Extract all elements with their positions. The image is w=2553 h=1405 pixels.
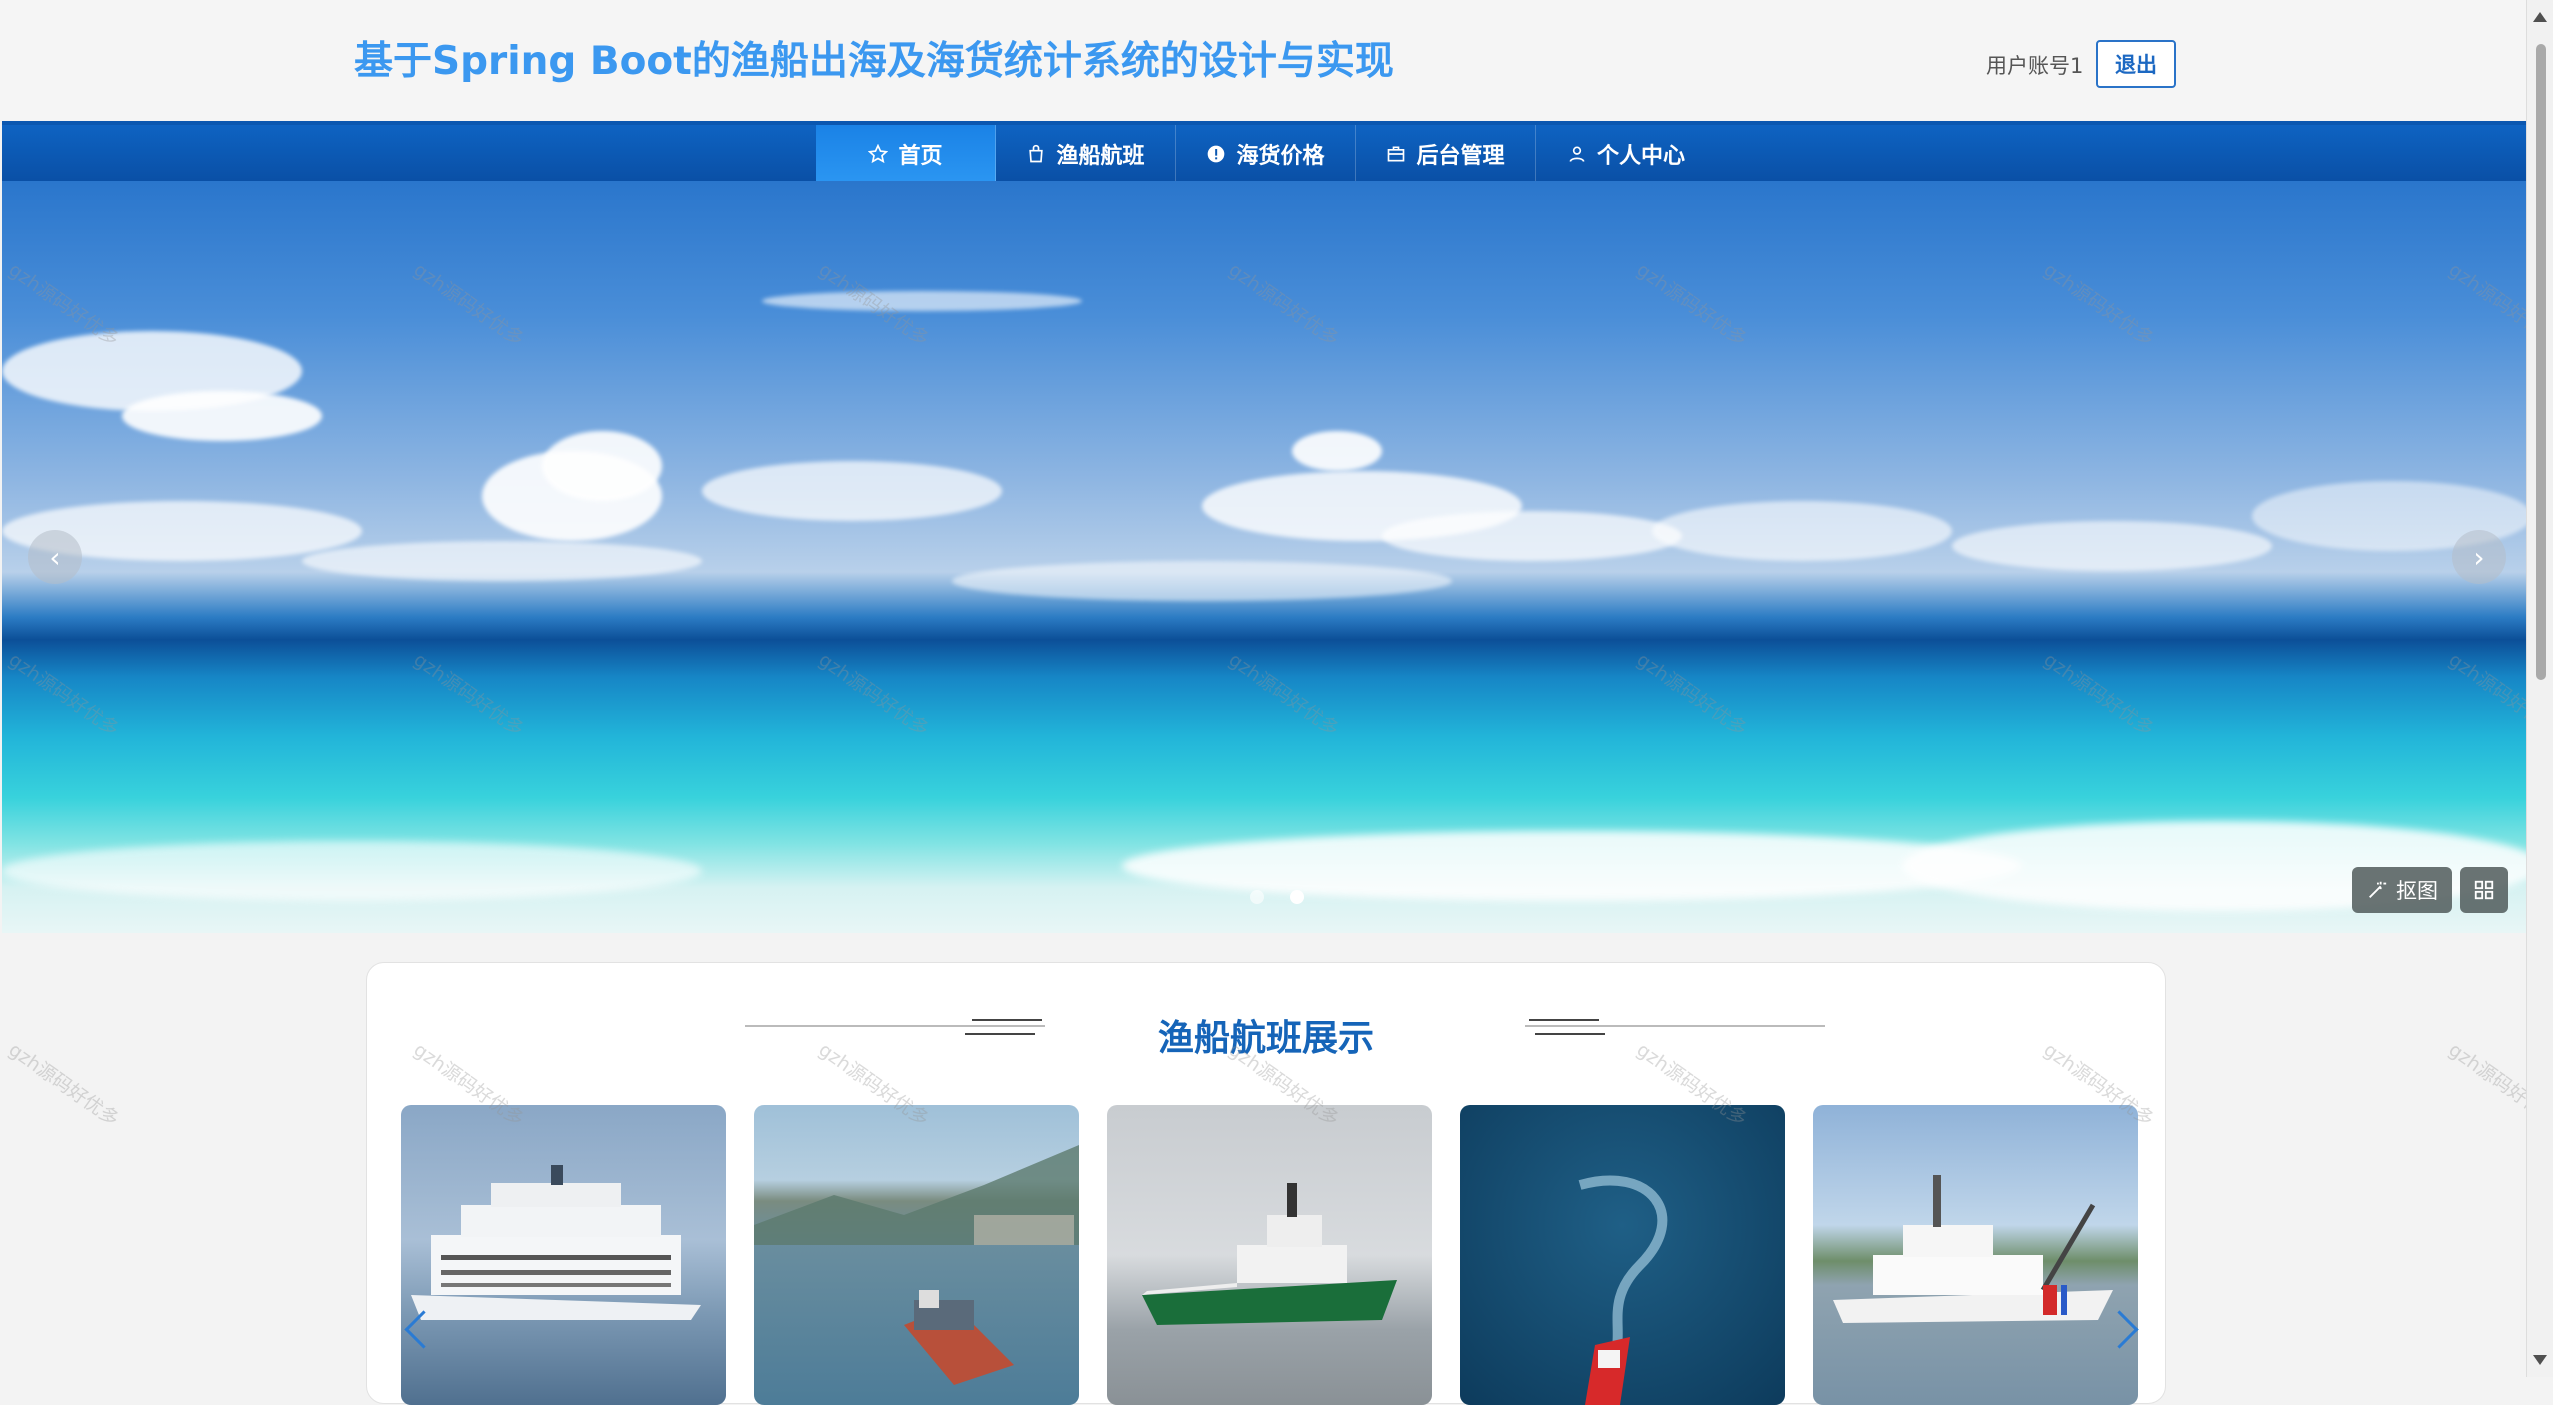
crop-label: 抠图 <box>2396 879 2438 903</box>
banner-next-button[interactable]: › <box>2452 530 2506 584</box>
magic-wand-icon <box>2369 881 2387 898</box>
user-icon <box>1569 146 1585 162</box>
banner-prev-button[interactable]: ‹ <box>28 530 82 584</box>
cruise-ship-image[interactable] <box>401 1105 726 1405</box>
watermark: gzh源码好优多 <box>4 1038 123 1131</box>
crop-button[interactable]: 抠图 <box>2352 867 2452 913</box>
nav-item-admin[interactable]: 后台管理 <box>1356 125 1536 183</box>
page: 基于Spring Boot的渔船出海及海货统计系统的设计与实现 用户账号1 退出… <box>0 0 2553 1405</box>
star-icon <box>868 144 889 164</box>
voyage-showcase-section: 渔船航班展示 <box>366 962 2166 1405</box>
banner-carousel: ‹ › 抠图 <box>2 181 2527 933</box>
bag-icon <box>1029 144 1044 163</box>
title-decoration-right <box>1525 1025 1825 1027</box>
green-vessel-image[interactable] <box>1107 1105 1432 1405</box>
nav-label-home: 首页 <box>898 144 943 169</box>
banner-dot-1[interactable] <box>1250 890 1264 904</box>
red-boat-aerial-image[interactable] <box>1460 1105 1785 1405</box>
site-header: 基于Spring Boot的渔船出海及海货统计系统的设计与实现 用户账号1 退出 <box>0 0 2527 120</box>
nav-item-seafood-prices[interactable]: 海货价格 <box>1176 125 1356 183</box>
alert-circle-icon <box>1208 145 1225 163</box>
vertical-scrollbar[interactable] <box>2526 0 2553 1377</box>
briefcase-icon <box>1388 146 1405 162</box>
scroll-down-arrow-icon[interactable] <box>2533 1355 2547 1365</box>
scroll-up-arrow-icon[interactable] <box>2533 12 2547 22</box>
logout-button[interactable]: 退出 <box>2096 40 2176 88</box>
banner-dot-2[interactable] <box>1290 890 1304 904</box>
nav-item-voyages[interactable]: 渔船航班 <box>996 125 1176 183</box>
user-account-label[interactable]: 用户账号1 <box>1986 50 2083 80</box>
scroll-thumb[interactable] <box>2536 44 2546 680</box>
nav-label-voyages: 渔船航班 <box>1056 144 1145 169</box>
grid-view-button[interactable] <box>2460 867 2508 913</box>
voyage-cards <box>401 1105 2138 1405</box>
nav-label-seafood-prices: 海货价格 <box>1236 144 1325 169</box>
grid-icon <box>2474 880 2494 900</box>
nav-item-profile[interactable]: 个人中心 <box>1536 125 1716 183</box>
cargo-ship-image[interactable] <box>754 1105 1079 1405</box>
nav-label-profile: 个人中心 <box>1596 144 1685 169</box>
section-title: 渔船航班展示 <box>1157 1018 1374 1059</box>
patrol-vessel-image[interactable] <box>1813 1105 2138 1405</box>
site-title: 基于Spring Boot的渔船出海及海货统计系统的设计与实现 <box>354 39 1394 84</box>
title-decoration-right-dark <box>1529 1019 1599 1021</box>
nav-label-admin: 后台管理 <box>1416 144 1505 169</box>
main-nav: 首页 渔船航班 海货价格 后台管理 个人中心 <box>2 121 2527 183</box>
nav-item-home[interactable]: 首页 <box>816 125 996 183</box>
